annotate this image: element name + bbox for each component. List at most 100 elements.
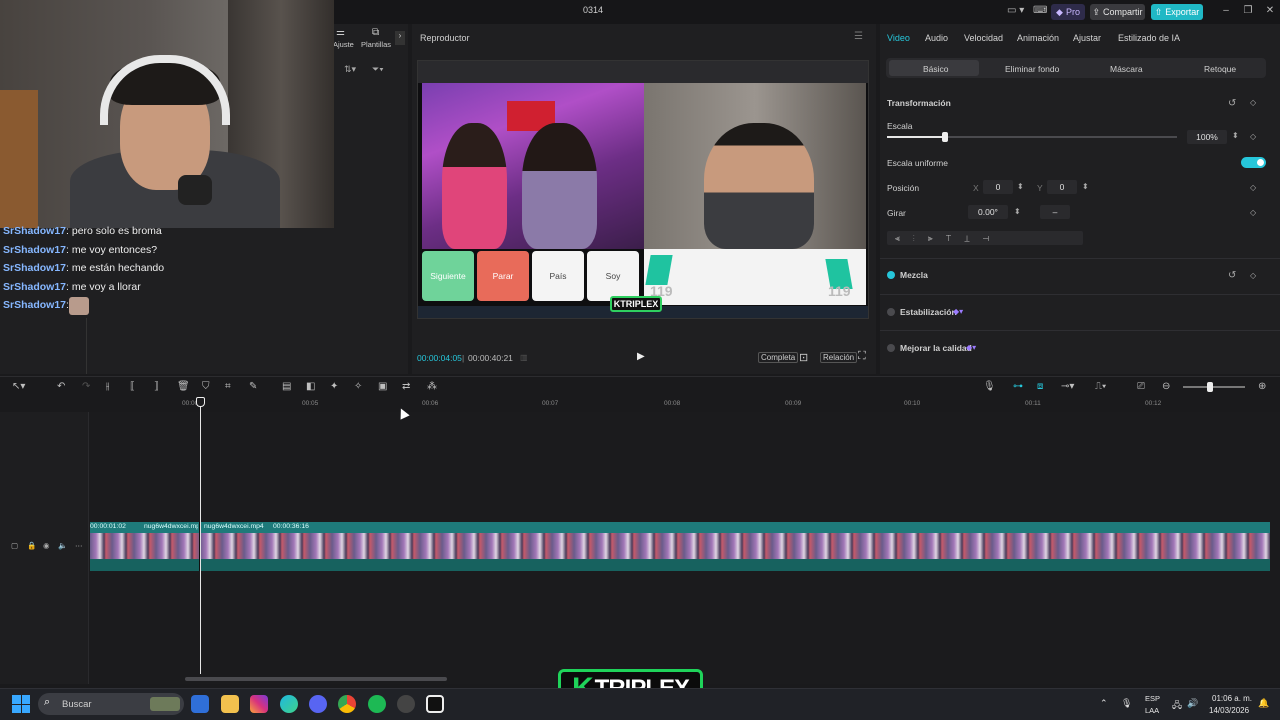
spotify-icon[interactable] (368, 695, 386, 713)
clock-time[interactable]: 01:06 a. m. (1212, 694, 1252, 703)
subtab-basic[interactable]: Básico (923, 64, 949, 74)
stepper-icon[interactable]: ⬍ (1082, 182, 1089, 191)
track-cover-icon[interactable]: ▢ (11, 541, 18, 550)
tab-adjust-inspector[interactable]: Ajustar (1073, 33, 1101, 43)
replace-icon[interactable]: ⇄ (402, 381, 410, 392)
clip-thumbnails[interactable] (90, 533, 1270, 559)
time-ruler[interactable] (90, 398, 1280, 412)
zoom-slider-track[interactable] (1183, 386, 1245, 388)
file-explorer-icon[interactable] (221, 695, 239, 713)
fullscreen-icon[interactable]: ⛶ (858, 350, 866, 363)
menu-icon[interactable]: ☰ (854, 31, 863, 42)
trim-right-icon[interactable]: ⟧ (154, 381, 159, 392)
select-cursor-icon[interactable]: ↖▾ (12, 381, 25, 392)
capcut-icon[interactable] (426, 695, 444, 713)
maximize-icon[interactable]: ❐ (1241, 5, 1255, 16)
zoom-in-icon[interactable]: ⊕ (1258, 381, 1266, 392)
stepper-icon[interactable]: ⬍ (1017, 182, 1024, 191)
subtab-remove-bg[interactable]: Eliminar fondo (1005, 64, 1059, 74)
keyboard-layout[interactable]: LAA (1145, 706, 1159, 715)
rotate-input[interactable]: 0.00° (968, 205, 1008, 219)
speaker-icon[interactable]: 🔈 (58, 541, 67, 550)
scale-slider-knob[interactable] (942, 132, 948, 142)
windows-start-icon[interactable] (12, 695, 30, 713)
minimize-icon[interactable]: – (1219, 5, 1233, 16)
aspect-ratio-button[interactable]: Relación (820, 352, 858, 363)
redo-icon[interactable]: ↷ (82, 381, 90, 392)
uniform-scale-toggle[interactable] (1241, 157, 1266, 168)
network-icon[interactable]: 🖧 (1172, 698, 1182, 714)
eye-icon[interactable]: ◉ (43, 541, 50, 550)
zoom-slider-knob[interactable] (1207, 382, 1213, 392)
link-icon[interactable]: ⊸▾ (1061, 381, 1074, 392)
sort-icon[interactable]: ⇅▾ (344, 64, 356, 75)
timeline-scrollbar[interactable] (185, 677, 447, 681)
align-icons[interactable]: ⫷⫶⫸⊤⊥⊣ (895, 233, 1002, 244)
stabilize-checkbox[interactable] (887, 308, 895, 316)
filter-icon[interactable]: ⏷▾ (372, 64, 384, 75)
snapshot-icon[interactable]: ⊡ (799, 351, 808, 364)
shield-icon[interactable]: ⛉ (202, 381, 210, 392)
microphone-icon[interactable]: 🎙 (983, 381, 996, 392)
magnet-link-icon[interactable]: ⊶ (1013, 381, 1023, 392)
keyframe-icon[interactable]: ◇ (1250, 98, 1256, 107)
tab-speed[interactable]: Velocidad (964, 33, 1003, 43)
more-icon[interactable]: ⋯ (75, 541, 83, 550)
tab-animation[interactable]: Animación (1017, 33, 1059, 43)
obs-icon[interactable] (397, 695, 415, 713)
rotate-direction-button[interactable]: – (1040, 205, 1070, 219)
subtab-mask[interactable]: Máscara (1110, 64, 1143, 74)
pro-button[interactable]: ◆ Pro (1051, 4, 1085, 20)
tab-audio[interactable]: Audio (925, 33, 948, 43)
video-clip[interactable] (90, 522, 1270, 533)
trim-left-icon[interactable]: ⟦ (130, 381, 135, 392)
keyframe-icon[interactable]: ◇ (1250, 183, 1256, 192)
notification-icon[interactable]: 🔔 (1258, 698, 1269, 709)
close-icon[interactable]: ✕ (1263, 5, 1277, 16)
tab-templates[interactable]: Plantillas (361, 40, 391, 49)
tab-adjust[interactable]: Ajuste (333, 40, 354, 49)
playhead-handle[interactable] (196, 397, 205, 407)
reset-icon[interactable]: ↺ (1228, 270, 1236, 281)
chevron-right-icon[interactable]: › (395, 31, 405, 45)
snap-icon[interactable]: ⧈ (1037, 381, 1043, 392)
zoom-out-icon[interactable]: ⊖ (1162, 381, 1170, 392)
language-code[interactable]: ESP (1145, 694, 1160, 703)
edit-icon[interactable]: ✎ (249, 381, 257, 392)
freeze-icon[interactable]: ▣ (378, 381, 387, 392)
adjust-icon[interactable]: ⚌ (336, 27, 345, 38)
captions-icon[interactable]: ▤ (282, 381, 291, 392)
lock-icon[interactable]: 🔒 (27, 541, 36, 550)
caption-toggle-icon[interactable]: ⎚ (1137, 381, 1145, 392)
share-button[interactable]: ⇪ Compartir (1090, 4, 1145, 20)
clip-audio-waveform[interactable] (90, 559, 1270, 571)
beat-icon[interactable]: ⁂ (427, 381, 437, 392)
split-icon[interactable]: ⫲ (106, 381, 109, 392)
play-icon[interactable]: ▶ (637, 351, 649, 363)
templates-icon[interactable]: ⧉ (372, 27, 379, 38)
stepper-icon[interactable]: ⬍ (1014, 207, 1021, 216)
transform-heading[interactable]: Transformación (887, 98, 951, 108)
scale-input[interactable]: 100% (1187, 130, 1227, 144)
delete-icon[interactable]: 🗑 (177, 381, 190, 392)
playhead-line[interactable] (200, 402, 201, 674)
keyframe-icon[interactable]: ◇ (1250, 208, 1256, 217)
chevron-up-icon[interactable]: ⌃ (1100, 698, 1108, 709)
stepper-icon[interactable]: ⬍ (1232, 131, 1239, 140)
store-icon[interactable] (191, 695, 209, 713)
edge-icon[interactable] (280, 695, 298, 713)
keyframe-icon[interactable]: ◇ (1250, 271, 1256, 280)
stabilize-heading[interactable]: Estabilización (900, 307, 957, 317)
enhance-checkbox[interactable] (887, 344, 895, 352)
tab-ai-style[interactable]: Estilizado de IA (1118, 33, 1180, 43)
export-button[interactable]: ⇧ Exportar (1151, 4, 1203, 20)
undo-icon[interactable]: ↶ (57, 381, 65, 392)
video-preview[interactable]: Siguiente Parar País Soy 119 119 (417, 60, 869, 319)
tab-video[interactable]: Video (887, 33, 910, 43)
volume-icon[interactable]: 🔊 (1187, 698, 1198, 709)
position-x-input[interactable]: 0 (983, 180, 1013, 194)
full-quality-button[interactable]: Completa (758, 352, 799, 363)
blend-heading[interactable]: Mezcla (900, 270, 928, 280)
reset-icon[interactable]: ↺ (1228, 98, 1236, 109)
enhance-heading[interactable]: Mejorar la calidad (900, 343, 972, 353)
